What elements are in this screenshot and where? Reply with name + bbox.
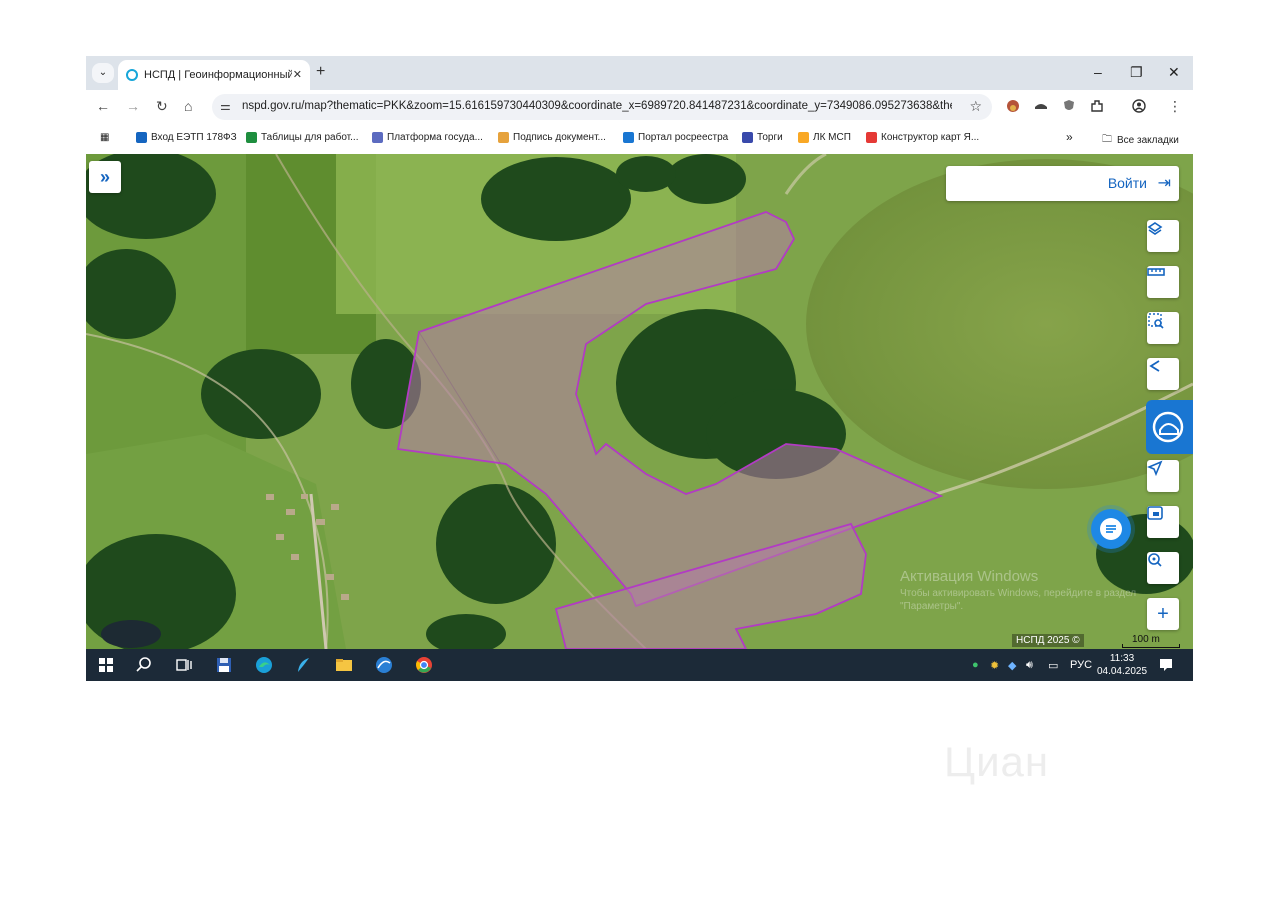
- blue-globe-app-icon[interactable]: [374, 655, 394, 675]
- tray-sun-icon[interactable]: ✹: [990, 659, 999, 672]
- location-search-icon: [1148, 553, 1162, 567]
- select-area-button[interactable]: [1147, 312, 1179, 344]
- back-arrow-icon[interactable]: ←: [96, 98, 110, 114]
- scale-bar: [1122, 644, 1180, 648]
- home-icon[interactable]: ⌂: [184, 98, 192, 114]
- tab-close-icon[interactable]: ✕: [293, 68, 302, 81]
- activation-title: Активация Windows: [900, 568, 1039, 585]
- restore-button[interactable]: ❐: [1130, 64, 1143, 81]
- navigation-bar: ← → ↻ ⌂ ⚌ nspd.gov.ru/map?thematic=PKK&z…: [86, 90, 1193, 124]
- bookmark-3[interactable]: Подпись документ...: [498, 132, 606, 143]
- plus-icon: +: [1157, 602, 1169, 625]
- new-tab-button[interactable]: +: [316, 63, 325, 81]
- edge-browser-icon[interactable]: [254, 655, 274, 675]
- file-explorer-icon[interactable]: [334, 655, 354, 675]
- ruler-button[interactable]: [1147, 266, 1179, 298]
- map-viewport[interactable]: » Войти ⇥ + Активация Windows Чтобы акти…: [86, 154, 1193, 649]
- task-view-icon[interactable]: [174, 655, 194, 675]
- bookmark-4[interactable]: Портал росреестра: [623, 132, 728, 143]
- share-icon: [1149, 360, 1160, 372]
- cian-watermark: Циан: [944, 738, 1050, 785]
- chrome-browser-icon[interactable]: [414, 655, 434, 675]
- bookmark-5[interactable]: Торги: [742, 132, 783, 143]
- feather-app-icon[interactable]: [294, 655, 314, 675]
- notifications-icon[interactable]: [1156, 655, 1176, 675]
- area-search-icon: [1148, 313, 1164, 329]
- extensions-puzzle-icon[interactable]: [1090, 99, 1104, 113]
- ruler-icon: [1147, 268, 1165, 276]
- sidebar-expand-button[interactable]: »: [89, 161, 121, 193]
- bookmark-favicon-icon: [742, 132, 753, 143]
- bookmark-favicon-icon: [246, 132, 257, 143]
- network-icon[interactable]: ▭: [1048, 659, 1058, 672]
- save-disk-app-icon[interactable]: [214, 655, 234, 675]
- activation-text: Чтобы активировать Windows, перейдите в …: [900, 588, 1137, 612]
- navigation-arrow-icon: [1147, 460, 1163, 476]
- apps-grid-icon[interactable]: ▦: [100, 132, 109, 143]
- share-button[interactable]: [1147, 358, 1179, 390]
- chat-button[interactable]: [1091, 509, 1131, 549]
- minimap-button[interactable]: [1147, 506, 1179, 538]
- extension-shield-icon[interactable]: [1062, 99, 1076, 113]
- map-scale: 100 m: [1122, 634, 1180, 648]
- forward-arrow-icon[interactable]: →: [126, 98, 140, 114]
- tray-app-icon[interactable]: ◆: [1008, 659, 1016, 672]
- minimap-icon: [1147, 506, 1163, 520]
- location-search-button[interactable]: [1147, 552, 1179, 584]
- login-label: Войти: [1107, 175, 1147, 191]
- clock-time: 11:33: [1109, 653, 1135, 664]
- bookmark-favicon-icon: [372, 132, 383, 143]
- volume-icon[interactable]: 🔊︎: [1026, 659, 1033, 672]
- site-settings-icon[interactable]: ⚌: [220, 99, 231, 113]
- input-language[interactable]: РУС: [1070, 659, 1092, 671]
- bookmarks-bar: ▦ Вход ЕЭТП 178ФЗ Таблицы для работ... П…: [86, 124, 1193, 154]
- tab-strip: ⌄ НСПД | Геоинформационный ✕ + – ❐ ✕: [86, 56, 1193, 90]
- search-icon[interactable]: [134, 655, 154, 675]
- bookmark-0[interactable]: Вход ЕЭТП 178ФЗ: [136, 132, 237, 143]
- bookmark-favicon-icon: [498, 132, 509, 143]
- minimize-button[interactable]: –: [1094, 64, 1102, 80]
- windows-taskbar: ● ✹ ◆ 🔊︎ ▭ РУС 11:33 04.04.2025: [86, 649, 1193, 681]
- browser-menu-icon[interactable]: ⋮: [1168, 98, 1182, 115]
- extension-hat-icon[interactable]: [1034, 99, 1048, 113]
- login-arrow-icon: ⇥: [1157, 175, 1171, 192]
- bookmark-star-icon[interactable]: ☆: [969, 98, 982, 115]
- windows-start-icon[interactable]: [96, 655, 116, 675]
- bookmark-6[interactable]: ЛК МСП: [798, 132, 851, 143]
- windows-activation-watermark: Активация Windows Чтобы активировать Win…: [900, 568, 1150, 613]
- geolocation-button[interactable]: [1147, 460, 1179, 492]
- bookmark-favicon-icon: [136, 132, 147, 143]
- bookmark-2[interactable]: Платформа госуда...: [372, 132, 483, 143]
- map-attribution: НСПД 2025 ©: [1012, 634, 1084, 647]
- layers-button[interactable]: [1147, 220, 1179, 252]
- chat-icon: [1100, 518, 1122, 540]
- tray-shield-icon[interactable]: ●: [972, 659, 979, 671]
- bookmark-favicon-icon: [623, 132, 634, 143]
- bookmarks-overflow-button[interactable]: »: [1066, 130, 1073, 144]
- layers-icon: [1147, 222, 1163, 235]
- close-window-button[interactable]: ✕: [1168, 64, 1180, 81]
- extension-cookie-icon[interactable]: [1006, 99, 1020, 113]
- profile-avatar-icon[interactable]: [1132, 99, 1146, 113]
- bookmark-7[interactable]: Конструктор карт Я...: [866, 132, 979, 143]
- all-bookmarks-button[interactable]: 🗀 Все закладки: [1102, 132, 1179, 149]
- reload-icon[interactable]: ↻: [156, 98, 168, 115]
- bookmark-1[interactable]: Таблицы для работ...: [246, 132, 358, 143]
- tab-search-button[interactable]: ⌄: [92, 63, 114, 83]
- tab-title: НСПД | Геоинформационный: [144, 69, 292, 81]
- bookmark-favicon-icon: [798, 132, 809, 143]
- nspd-favicon-icon: [126, 69, 138, 81]
- zoom-in-button[interactable]: +: [1147, 598, 1179, 630]
- system-clock[interactable]: 11:33 04.04.2025: [1096, 652, 1148, 678]
- gosuslugi-widget-button[interactable]: [1146, 400, 1193, 454]
- gosuslugi-icon: [1152, 411, 1184, 443]
- browser-tab-nspd[interactable]: НСПД | Геоинформационный ✕: [118, 60, 310, 90]
- login-button[interactable]: Войти ⇥: [946, 166, 1179, 201]
- browser-window: ⌄ НСПД | Геоинформационный ✕ + – ❐ ✕ ← →…: [86, 56, 1193, 681]
- folder-icon: 🗀: [1102, 134, 1112, 145]
- bookmark-favicon-icon: [866, 132, 877, 143]
- clock-date: 04.04.2025: [1096, 666, 1148, 677]
- address-bar[interactable]: ⚌ nspd.gov.ru/map?thematic=PKK&zoom=15.6…: [212, 94, 992, 120]
- url-text[interactable]: nspd.gov.ru/map?thematic=PKK&zoom=15.616…: [242, 100, 952, 112]
